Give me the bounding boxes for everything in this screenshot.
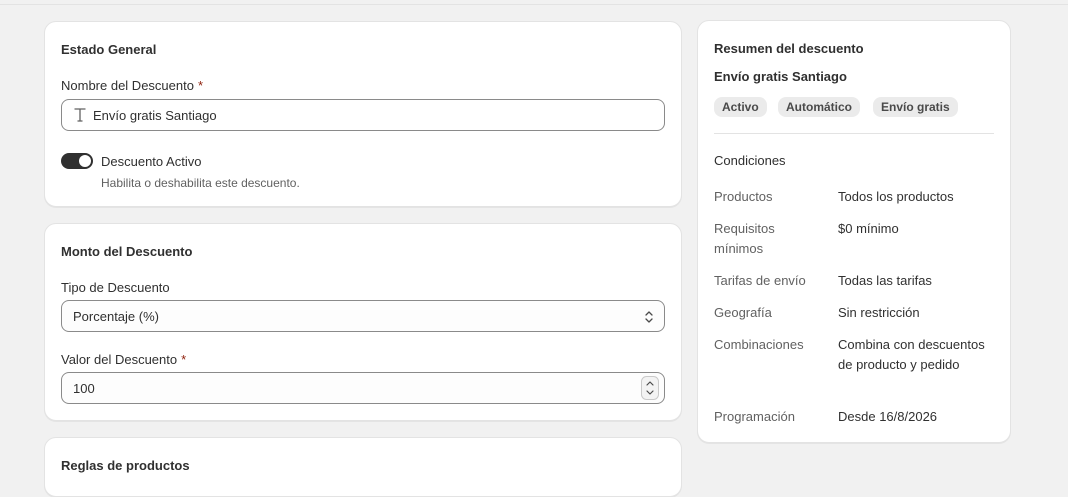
descuento-activo-toggle[interactable] [61, 153, 93, 169]
select-chevrons-icon [645, 311, 653, 323]
row-key-productos: Productos [714, 189, 773, 204]
monto-descuento-card: Monto del Descuento Tipo de Descuento Po… [44, 223, 682, 421]
row-value-combinaciones: Combina con descuentos de producto y ped… [838, 337, 985, 372]
nombre-descuento-input[interactable]: Envío gratis Santiago [61, 99, 665, 131]
text-type-icon [74, 108, 86, 122]
row-key-programacion: Programación [714, 409, 795, 424]
row-key-geografia: Geografía [714, 305, 772, 320]
descuento-activo-help: Habilita o deshabilita este descuento. [101, 176, 300, 190]
resumen-title: Resumen del descuento [714, 41, 864, 56]
row-value-programacion: Desde 16/8/2026 [838, 409, 938, 424]
row-value-geografia: Sin restricción [838, 305, 920, 320]
valor-descuento-input[interactable]: 100 [61, 372, 665, 404]
row-value-tarifas: Todas las tarifas [838, 273, 932, 288]
top-divider [0, 4, 1068, 5]
method-badge-automatico: Automático [778, 97, 860, 117]
valor-descuento-value: 100 [73, 381, 95, 396]
row-value-productos: Todos los productos [838, 189, 954, 204]
resumen-discount-name: Envío gratis Santiago [714, 69, 847, 84]
nombre-descuento-label: Nombre del Descuento * [61, 78, 204, 93]
required-mark: * [181, 352, 187, 367]
card-title-reglas: Reglas de productos [61, 458, 190, 473]
status-badge-activo: Activo [714, 97, 767, 117]
type-badge-envio-gratis: Envío gratis [873, 97, 958, 117]
card-title-monto: Monto del Descuento [61, 244, 193, 259]
valor-descuento-label: Valor del Descuento * [61, 352, 187, 367]
nombre-descuento-value: Envío gratis Santiago [93, 108, 217, 123]
tipo-descuento-select[interactable]: Porcentaje (%) [61, 300, 665, 332]
card-title-estado: Estado General [61, 42, 157, 57]
resumen-descuento-card: Resumen del descuento Envío gratis Santi… [697, 20, 1011, 443]
required-mark: * [197, 78, 204, 93]
row-key-combinaciones: Combinaciones [714, 337, 804, 352]
number-stepper-icon[interactable] [641, 376, 659, 400]
descuento-activo-label: Descuento Activo [101, 154, 202, 169]
resumen-divider [714, 133, 994, 134]
condiciones-title: Condiciones [714, 153, 786, 168]
estado-general-card: Estado General Nombre del Descuento * Env… [44, 21, 682, 207]
tipo-descuento-value: Porcentaje (%) [73, 309, 159, 324]
row-value-requisitos: $0 mínimo [838, 221, 899, 236]
reglas-productos-card: Reglas de productos [44, 437, 682, 497]
row-key-tarifas: Tarifas de envío [714, 273, 806, 288]
row-key-requisitos: Requisitos mínimos [714, 221, 775, 256]
tipo-descuento-label: Tipo de Descuento [61, 280, 170, 295]
toggle-knob [79, 155, 91, 167]
